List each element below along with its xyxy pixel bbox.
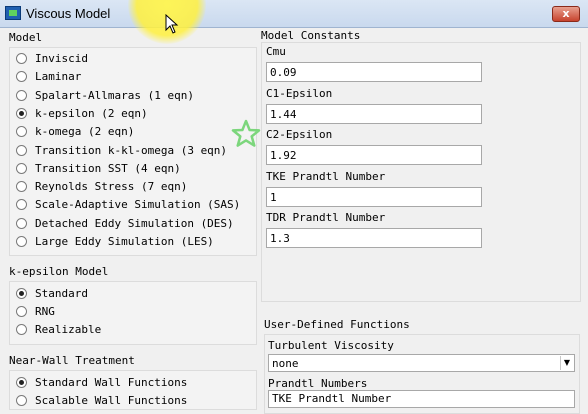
radio-button[interactable]: [16, 144, 27, 156]
radio-label: Transition k-kl-omega (3 eqn): [35, 143, 228, 157]
turbulent-viscosity-label: Turbulent Viscosity: [268, 339, 394, 352]
chevron-down-icon[interactable]: ▼: [560, 356, 573, 370]
radio-label: Standard Wall Functions: [35, 376, 188, 389]
radio-button[interactable]: [16, 162, 27, 174]
window-title: Viscous Model: [26, 6, 111, 21]
radio-label: Realizable: [35, 323, 102, 336]
cursor-arrow-icon: [165, 14, 179, 34]
radio-label: Scale-Adaptive Simulation (SAS): [35, 198, 241, 212]
radio-label: RNG: [35, 305, 55, 318]
constant-input[interactable]: 1.44: [266, 103, 482, 124]
near-wall-treatment-label: Near-Wall Treatment: [9, 354, 135, 367]
radio-label: Standard: [35, 287, 88, 300]
radio-label: Spalart-Allmaras (1 eqn): [35, 88, 194, 102]
turbulent-viscosity-select[interactable]: none ▼: [268, 354, 575, 372]
radio-label: k-omega (2 eqn): [35, 125, 135, 139]
radio-label: Detached Eddy Simulation (DES): [35, 216, 234, 230]
k-epsilon-model-label: k-epsilon Model: [9, 265, 109, 278]
model-constants-label: Model Constants: [261, 29, 361, 42]
radio-button[interactable]: [16, 53, 27, 64]
radio-label: Laminar: [35, 70, 82, 84]
radio-label: Large Eddy Simulation (LES): [35, 235, 214, 248]
constant-label: C2-Epsilon: [266, 128, 333, 141]
radio-button[interactable]: [16, 236, 27, 247]
radio-label: k-epsilon (2 eqn): [35, 106, 148, 120]
constant-label: C1-Epsilon: [266, 86, 333, 100]
radio-label: Scalable Wall Functions: [35, 394, 188, 407]
radio-button[interactable]: [16, 324, 27, 335]
constant-input[interactable]: 0.09: [266, 62, 482, 82]
app-icon: [5, 6, 21, 20]
radio-button[interactable]: [16, 395, 27, 406]
radio-button[interactable]: [16, 217, 27, 229]
radio-button[interactable]: [16, 377, 27, 388]
radio-label: Inviscid: [35, 52, 88, 65]
star-icon: [231, 119, 261, 147]
close-button[interactable]: x: [552, 6, 580, 22]
constant-input[interactable]: 1.3: [266, 228, 482, 248]
constant-label: TKE Prandtl Number: [266, 169, 386, 183]
constant-label: TDR Prandtl Number: [266, 211, 386, 224]
tke-prandtl-udf-select[interactable]: TKE Prandtl Number: [268, 390, 575, 408]
constant-label: Cmu: [266, 45, 286, 58]
udf-section-label: User-Defined Functions: [264, 318, 410, 331]
radio-label: Reynolds Stress (7 eqn): [35, 180, 188, 194]
radio-label: Transition SST (4 eqn): [35, 161, 181, 175]
tke-prandtl-udf-label: TKE Prandtl Number: [272, 392, 392, 405]
close-icon: x: [562, 7, 570, 20]
constant-input[interactable]: 1: [266, 186, 482, 207]
model-section-label: Model: [9, 31, 43, 44]
title-bar: Viscous Model x: [0, 0, 588, 28]
constant-input[interactable]: 1.92: [266, 145, 482, 165]
turbulent-viscosity-value: none: [272, 357, 299, 370]
radio-button[interactable]: [16, 306, 27, 317]
prandtl-numbers-label: Prandtl Numbers: [268, 377, 368, 390]
radio-button[interactable]: [16, 107, 27, 119]
radio-button[interactable]: [16, 89, 27, 101]
radio-button[interactable]: [16, 288, 27, 299]
